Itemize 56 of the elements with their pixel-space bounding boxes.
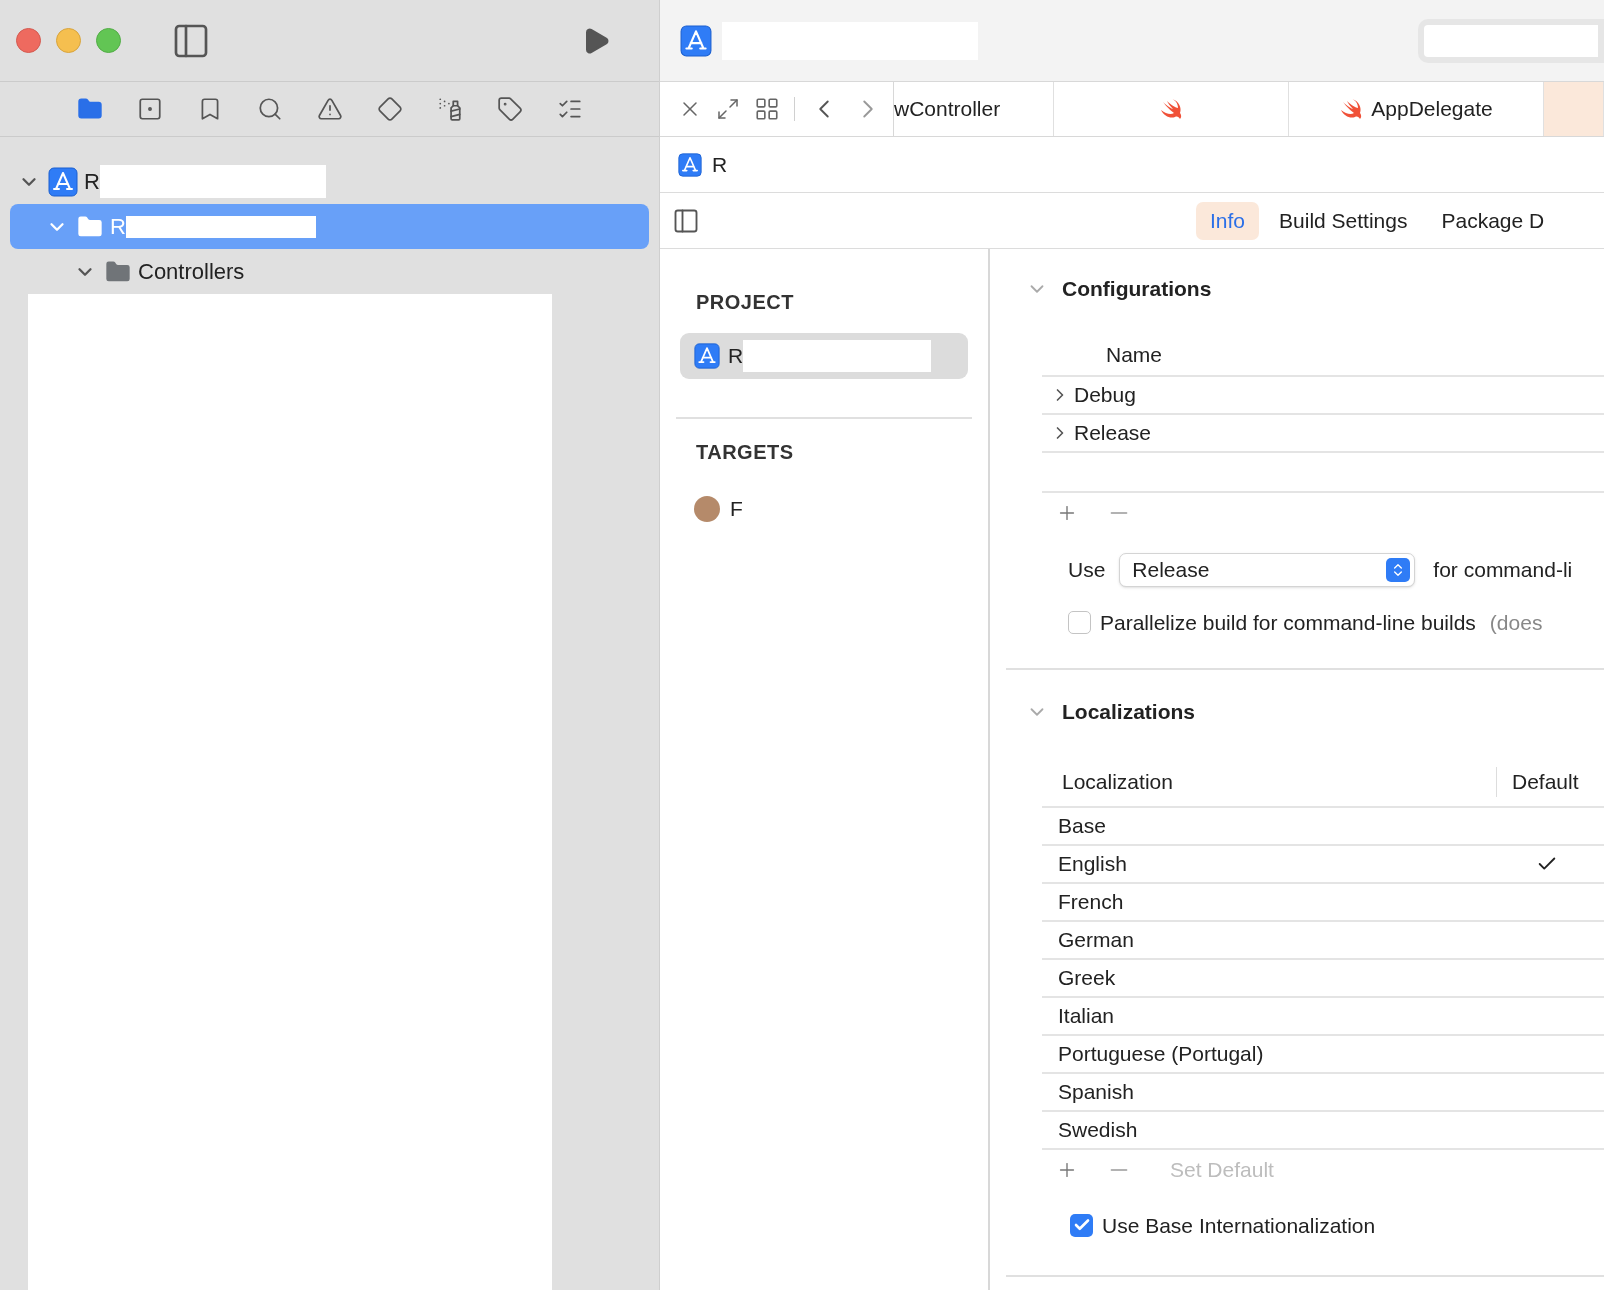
localization-row[interactable]: Greek bbox=[1042, 959, 1604, 998]
app-icon bbox=[694, 343, 720, 369]
jump-bar-label[interactable]: R bbox=[712, 148, 728, 181]
swift-icon bbox=[1159, 98, 1183, 120]
checkbox[interactable] bbox=[1070, 1213, 1093, 1237]
localization-row[interactable]: Base bbox=[1042, 807, 1604, 846]
field-label: Use bbox=[1068, 556, 1106, 583]
app-icon bbox=[678, 152, 702, 177]
checkbox-label: Parallelize build for command-line builds bbox=[1100, 609, 1476, 636]
avatar bbox=[694, 496, 720, 522]
folder-icon[interactable] bbox=[76, 96, 103, 122]
section-tab[interactable]: Info bbox=[1196, 201, 1260, 240]
section-heading: PROJECT bbox=[695, 290, 795, 315]
configuration-dropdown[interactable]: Release bbox=[1119, 552, 1416, 587]
section-tab[interactable]: Package D bbox=[1427, 201, 1559, 240]
localization-row[interactable]: English bbox=[1042, 845, 1604, 884]
diamond-icon[interactable] bbox=[376, 96, 403, 122]
grid-icon[interactable] bbox=[754, 96, 780, 122]
section-tab[interactable]: Build Settings bbox=[1265, 201, 1422, 240]
section-title: Configurations bbox=[1062, 276, 1212, 302]
tree-item[interactable]: R bbox=[10, 159, 649, 204]
search-icon[interactable] bbox=[256, 96, 283, 122]
tree-label: R bbox=[110, 213, 126, 241]
app-icon bbox=[48, 166, 78, 197]
editor-tab[interactable]: wController bbox=[894, 82, 1054, 136]
tree-item[interactable]: Controllers bbox=[10, 249, 649, 294]
checkbox[interactable] bbox=[1068, 610, 1091, 634]
expand-icon[interactable] bbox=[716, 97, 740, 121]
zoom-window-button[interactable] bbox=[96, 28, 121, 53]
note-text: (does bbox=[1489, 609, 1543, 636]
localization-row[interactable]: Spanish bbox=[1042, 1073, 1604, 1112]
localization-row[interactable]: Swedish bbox=[1042, 1111, 1604, 1150]
configuration-row[interactable]: Debug bbox=[1042, 376, 1604, 415]
tag-icon[interactable] bbox=[496, 96, 523, 122]
localization-row[interactable]: Portuguese (Portugal) bbox=[1042, 1035, 1604, 1074]
configuration-row[interactable]: Release bbox=[1042, 414, 1604, 453]
section-title: Localizations bbox=[1062, 699, 1196, 725]
project-item[interactable]: R bbox=[680, 333, 968, 379]
localization-row[interactable]: German bbox=[1042, 921, 1604, 960]
column-header: Name bbox=[1106, 341, 1163, 368]
localization-row[interactable]: Italian bbox=[1042, 997, 1604, 1036]
tree-label: Controllers bbox=[138, 258, 245, 286]
checkbox-label: Use Base Internationalization bbox=[1102, 1212, 1376, 1239]
section-heading: TARGETS bbox=[695, 440, 795, 465]
column-header: Default bbox=[1511, 768, 1579, 795]
spray-can-icon[interactable] bbox=[436, 96, 463, 122]
close-window-button[interactable] bbox=[16, 28, 41, 53]
localization-row[interactable]: French bbox=[1042, 883, 1604, 922]
app-icon bbox=[680, 24, 712, 57]
column-header: Localization bbox=[1061, 768, 1174, 795]
field-label: for command-li bbox=[1433, 556, 1573, 583]
warning-icon[interactable] bbox=[316, 96, 343, 122]
tree-label: R bbox=[84, 168, 100, 196]
swift-icon bbox=[1339, 98, 1364, 120]
target-item[interactable]: F bbox=[680, 489, 968, 529]
search-field[interactable] bbox=[1418, 18, 1604, 63]
